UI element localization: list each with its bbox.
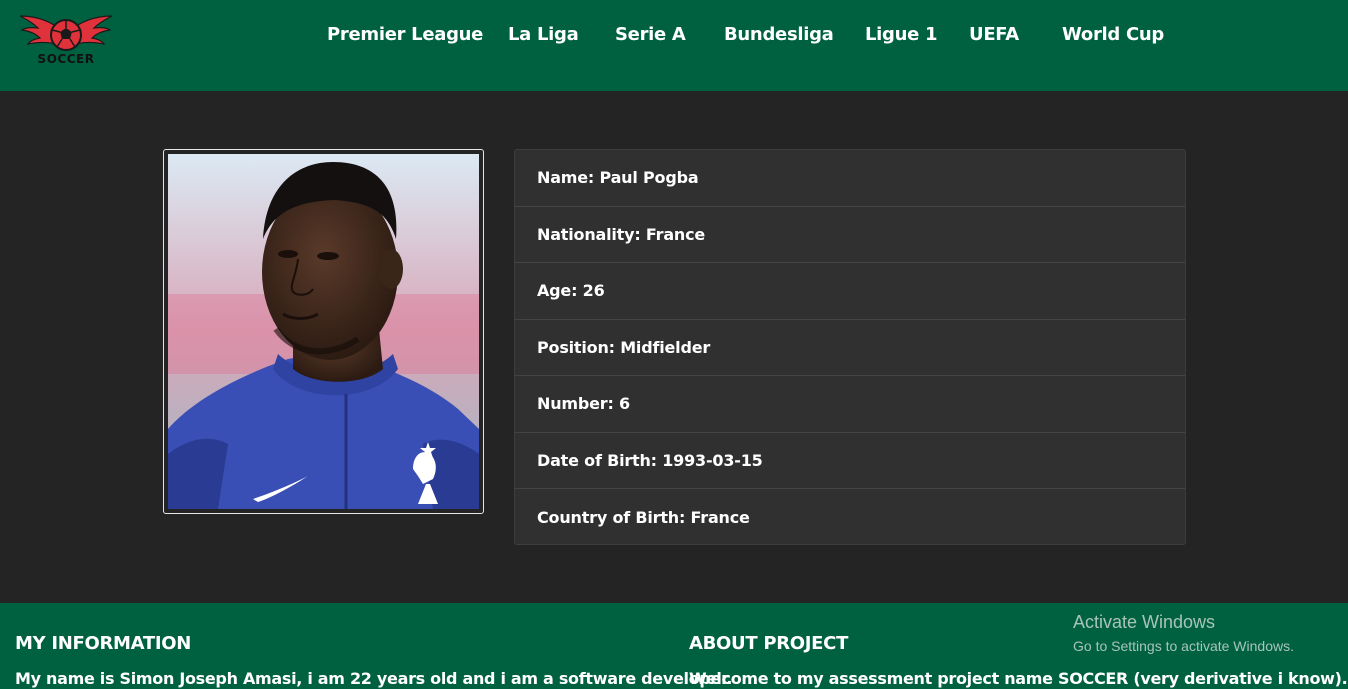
player-portrait-image [168,154,479,509]
footer-info-heading: MY INFORMATION [15,633,192,654]
nav-ligue-1[interactable]: Ligue 1 [865,24,938,45]
nav-bundesliga[interactable]: Bundesliga [724,24,834,45]
info-row-country-of-birth: Country of Birth: France [537,507,750,527]
player-photo-frame [163,149,484,514]
winged-ball-icon [19,15,113,51]
info-row-position: Position: Midfielder [515,320,1185,376]
nav-la-liga[interactable]: La Liga [508,24,579,45]
logo-text: SOCCER [37,52,95,66]
nav-serie-a[interactable]: Serie A [615,24,686,45]
info-row-date-of-birth: Date of Birth: 1993-03-15 [515,433,1185,489]
footer-info-text: My name is Simon Joseph Amasi, i am 22 y… [15,669,733,688]
info-row-number: Number: 6 [515,376,1185,433]
soccer-logo[interactable]: SOCCER [19,12,113,70]
footer-project-heading: ABOUT PROJECT [689,633,849,654]
player-info-list: Name: Paul Pogba Nationality: France Age… [514,149,1186,545]
info-row-nationality: Nationality: France [515,207,1185,263]
activate-windows-title: Activate Windows [1073,612,1216,632]
nav-world-cup[interactable]: World Cup [1062,24,1164,45]
nav-premier-league[interactable]: Premier League [327,24,483,45]
activate-windows-subtitle: Go to Settings to activate Windows. [1073,638,1294,654]
footer-project-text: Welcome to my assessment project name SO… [689,669,1348,688]
top-navbar: SOCCER Premier League La Liga Serie A Bu… [0,0,1348,91]
nav-uefa[interactable]: UEFA [969,24,1019,45]
info-row-age: Age: 26 [515,263,1185,320]
info-row-name: Name: Paul Pogba [515,150,1185,207]
